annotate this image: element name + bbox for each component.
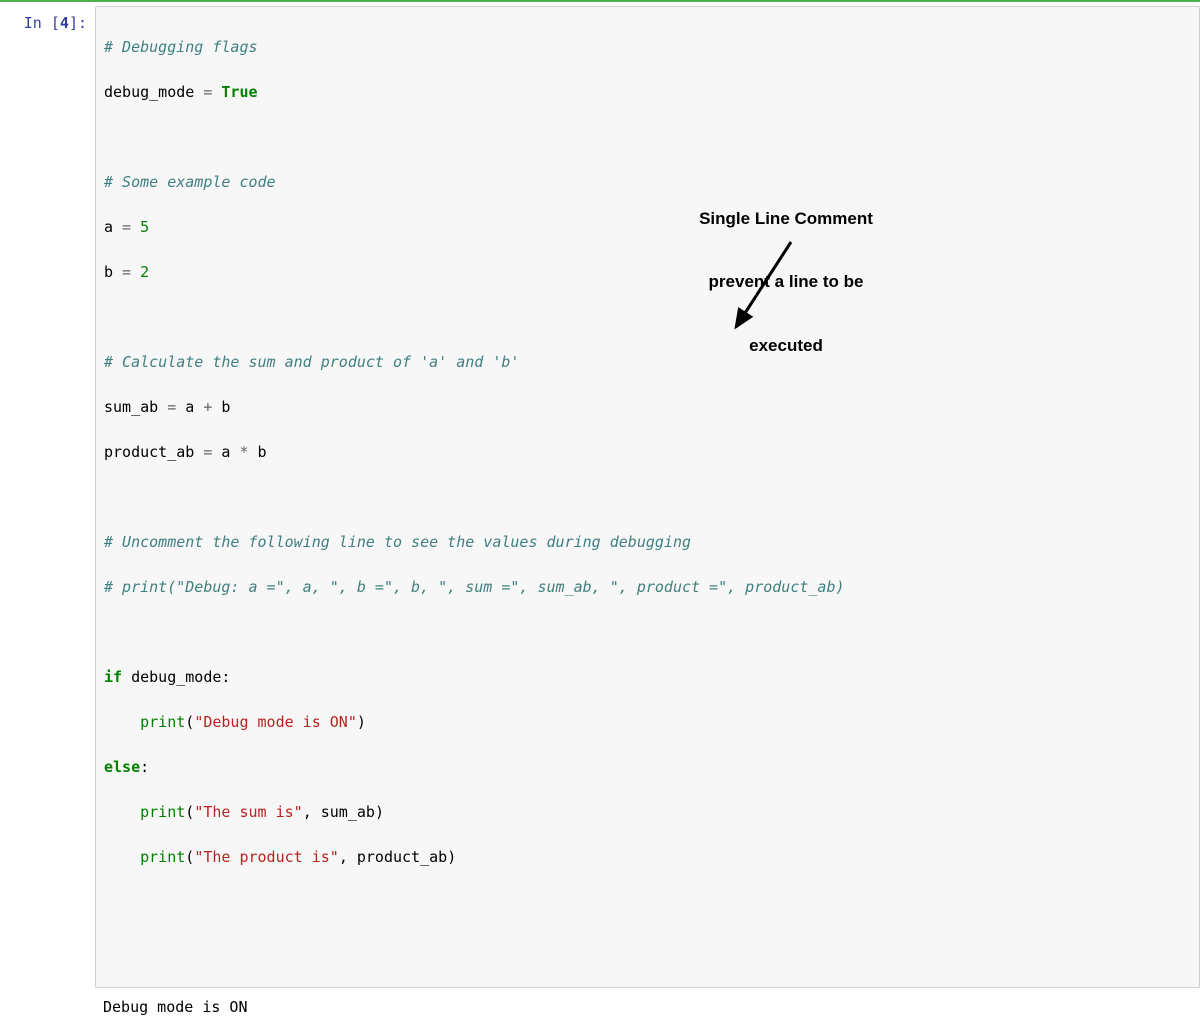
variable-name: sum_ab <box>321 803 375 821</box>
code-line: print("The product is", product_ab) <box>104 846 1191 869</box>
code-line-blank <box>104 621 1191 644</box>
code-line: if debug_mode: <box>104 666 1191 689</box>
indent <box>104 848 140 866</box>
variable-name: sum_ab <box>104 398 158 416</box>
code-line: else: <box>104 756 1191 779</box>
code-line-blank <box>104 126 1191 149</box>
keyword-const: True <box>221 83 257 101</box>
operator: + <box>194 398 221 416</box>
operator: = <box>194 443 221 461</box>
code-line: # Uncomment the following line to see th… <box>104 531 1191 554</box>
builtin: print <box>140 713 185 731</box>
keyword: else <box>104 758 140 776</box>
punctuation: ) <box>375 803 384 821</box>
number-literal: 2 <box>140 263 149 281</box>
builtin: print <box>140 848 185 866</box>
comment-text: # Debugging flags <box>104 38 258 56</box>
code-line: a = 5 <box>104 216 1191 239</box>
variable-name: a <box>104 218 113 236</box>
variable-name: product_ab <box>104 443 194 461</box>
code-line: # Some example code <box>104 171 1191 194</box>
code-line: b = 2 <box>104 261 1191 284</box>
operator: * <box>230 443 257 461</box>
punctuation: ) <box>447 848 456 866</box>
string-literal: "The sum is" <box>194 803 302 821</box>
operator: = <box>113 263 140 281</box>
punctuation: ( <box>185 713 194 731</box>
code-line: print("Debug mode is ON") <box>104 711 1191 734</box>
punctuation: , <box>303 803 321 821</box>
punctuation: ( <box>185 848 194 866</box>
code-line: # Calculate the sum and product of 'a' a… <box>104 351 1191 374</box>
indent <box>104 803 140 821</box>
variable-name: a <box>185 398 194 416</box>
operator: = <box>194 83 221 101</box>
code-line: print("The sum is", sum_ab) <box>104 801 1191 824</box>
variable-name: debug_mode <box>131 668 221 686</box>
indent <box>104 713 140 731</box>
punctuation: ( <box>185 803 194 821</box>
number-literal: 5 <box>140 218 149 236</box>
variable-name: product_ab <box>357 848 447 866</box>
output-cell: Debug mode is ON <box>0 992 1200 1018</box>
comment-text: # print("Debug: a =", a, ", b =", b, ", … <box>104 578 845 596</box>
code-line-blank <box>104 486 1191 509</box>
variable-name: b <box>221 398 230 416</box>
arrow-icon <box>721 232 841 352</box>
variable-name: debug_mode <box>104 83 194 101</box>
operator: = <box>113 218 140 236</box>
operator: = <box>158 398 185 416</box>
variable-name: b <box>104 263 113 281</box>
output-text: Debug mode is ON <box>95 992 1200 1018</box>
code-cell: In [4]: # Debugging flags debug_mode = T… <box>0 2 1200 992</box>
code-line-blank <box>104 306 1191 329</box>
code-line: # print("Debug: a =", a, ", b =", b, ", … <box>104 576 1191 599</box>
code-line: debug_mode = True <box>104 81 1191 104</box>
code-line: # Debugging flags <box>104 36 1191 59</box>
string-literal: "Debug mode is ON" <box>194 713 357 731</box>
prompt-suffix: ]: <box>69 14 87 32</box>
string-literal: "The product is" <box>194 848 339 866</box>
comment-text: # Some example code <box>104 173 276 191</box>
comment-text: # Uncomment the following line to see th… <box>104 533 691 551</box>
code-line: product_ab = a * b <box>104 441 1191 464</box>
code-input-area[interactable]: # Debugging flags debug_mode = True # So… <box>95 6 1200 988</box>
prompt-number: 4 <box>60 14 69 32</box>
output-prompt <box>0 992 95 1018</box>
punctuation: : <box>140 758 149 776</box>
comment-text: # Calculate the sum and product of 'a' a… <box>104 353 519 371</box>
punctuation: ) <box>357 713 366 731</box>
space <box>122 668 131 686</box>
keyword: if <box>104 668 122 686</box>
variable-name: b <box>258 443 267 461</box>
prompt-prefix: In [ <box>24 14 60 32</box>
input-prompt: In [4]: <box>0 6 95 988</box>
punctuation: , <box>339 848 357 866</box>
code-line: sum_ab = a + b <box>104 396 1191 419</box>
punctuation: : <box>221 668 230 686</box>
builtin: print <box>140 803 185 821</box>
